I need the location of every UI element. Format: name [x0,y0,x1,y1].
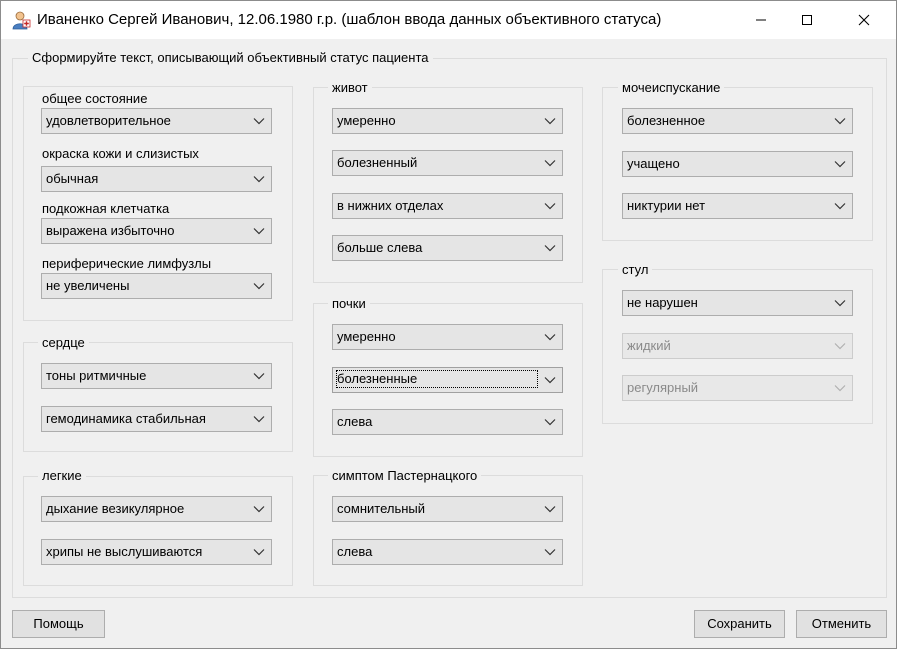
lungs-legend: легкие [38,468,86,483]
stool-legend: стул [618,262,653,277]
chevron-down-icon [253,176,265,183]
urination-pain-select[interactable]: болезненное [622,108,853,134]
chevron-down-icon [253,228,265,235]
chevron-down-icon [834,385,846,392]
wheezing-value: хрипы не выслушиваются [46,544,203,559]
kidneys-side-select[interactable]: слева [332,409,563,435]
breathing-value: дыхание везикулярное [46,501,185,516]
heart-tones-value: тоны ритмичные [46,368,147,383]
dialog-window: Иваненко Сергей Иванович, 12.06.1980 г.р… [0,0,897,649]
stool-consistency-value: жидкий [627,338,671,353]
minimize-button[interactable] [738,1,784,39]
heart-group [23,342,293,452]
chevron-down-icon [253,283,265,290]
general-state-select[interactable]: удовлетворительное [41,108,272,134]
abdomen-side-select[interactable]: больше слева [332,235,563,261]
main-group-legend: Сформируйте текст, описывающий объективн… [28,50,433,65]
close-icon [858,14,870,26]
abdomen-side-value: больше слева [337,240,423,255]
chevron-down-icon [544,203,556,210]
pasternatsky-legend: симптом Пастернацкого [328,468,482,483]
skin-color-label: окраска кожи и слизистых [42,146,199,161]
chevron-down-icon [834,203,846,210]
kidneys-pain-value: болезненные [335,370,539,388]
abdomen-location-value: в нижних отделах [337,198,444,213]
abdomen-degree-select[interactable]: умеренно [332,108,563,134]
cancel-button[interactable]: Отменить [796,610,887,638]
maximize-icon [802,15,812,25]
general-state-label: общее состояние [42,91,148,106]
chevron-down-icon [544,334,556,341]
nocturia-select[interactable]: никтурии нет [622,193,853,219]
chevron-down-icon [834,343,846,350]
chevron-down-icon [544,377,556,384]
lymph-nodes-select[interactable]: не увеличены [41,273,272,299]
lungs-group [23,476,293,586]
subcutaneous-select[interactable]: выражена избыточно [41,218,272,244]
chevron-down-icon [253,506,265,513]
subcutaneous-value: выражена избыточно [46,223,175,238]
subcutaneous-label: подкожная клетчатка [42,201,170,216]
pasternatsky-result-select[interactable]: сомнительный [332,496,563,522]
stool-status-select[interactable]: не нарушен [622,290,853,316]
chevron-down-icon [253,118,265,125]
chevron-down-icon [834,161,846,168]
abdomen-location-select[interactable]: в нижних отделах [332,193,563,219]
stool-regularity-select: регулярный [622,375,853,401]
chevron-down-icon [544,419,556,426]
chevron-down-icon [253,373,265,380]
urination-legend: мочеиспускание [618,80,725,95]
abdomen-pain-value: болезненный [337,155,418,170]
chevron-down-icon [834,118,846,125]
abdomen-pain-select[interactable]: болезненный [332,150,563,176]
pasternatsky-result-value: сомнительный [337,501,426,516]
lymph-nodes-label: периферические лимфузлы [42,256,212,271]
title-bar: Иваненко Сергей Иванович, 12.06.1980 г.р… [1,1,896,39]
patient-icon [11,10,31,30]
window-title: Иваненко Сергей Иванович, 12.06.1980 г.р… [37,11,662,28]
urination-frequency-select[interactable]: учащено [622,151,853,177]
hemodynamics-select[interactable]: гемодинамика стабильная [41,406,272,432]
skin-color-select[interactable]: обычная [41,166,272,192]
abdomen-legend: живот [328,80,372,95]
lymph-nodes-value: не увеличены [46,278,130,293]
nocturia-value: никтурии нет [627,198,706,213]
wheezing-select[interactable]: хрипы не выслушиваются [41,539,272,565]
urination-frequency-value: учащено [627,156,680,171]
minimize-icon [756,19,766,21]
close-button[interactable] [841,1,887,39]
skin-color-value: обычная [46,171,99,186]
save-button[interactable]: Сохранить [694,610,785,638]
kidneys-degree-value: умеренно [337,329,396,344]
chevron-down-icon [544,506,556,513]
stool-status-value: не нарушен [627,295,698,310]
chevron-down-icon [253,549,265,556]
help-button[interactable]: Помощь [12,610,105,638]
kidneys-side-value: слева [337,414,373,429]
chevron-down-icon [253,416,265,423]
stool-regularity-value: регулярный [627,380,699,395]
pasternatsky-side-select[interactable]: слева [332,539,563,565]
kidneys-degree-select[interactable]: умеренно [332,324,563,350]
chevron-down-icon [544,549,556,556]
chevron-down-icon [544,245,556,252]
urination-pain-value: болезненное [627,113,706,128]
maximize-button[interactable] [784,1,830,39]
stool-consistency-select: жидкий [622,333,853,359]
abdomen-degree-value: умеренно [337,113,396,128]
breathing-select[interactable]: дыхание везикулярное [41,496,272,522]
chevron-down-icon [544,118,556,125]
kidneys-legend: почки [328,296,370,311]
heart-legend: сердце [38,335,89,350]
chevron-down-icon [544,160,556,167]
pasternatsky-group [313,475,583,586]
kidneys-pain-select[interactable]: болезненные [332,367,563,393]
general-state-value: удовлетворительное [46,113,171,128]
chevron-down-icon [834,300,846,307]
hemodynamics-value: гемодинамика стабильная [46,411,206,426]
pasternatsky-side-value: слева [337,544,373,559]
heart-tones-select[interactable]: тоны ритмичные [41,363,272,389]
